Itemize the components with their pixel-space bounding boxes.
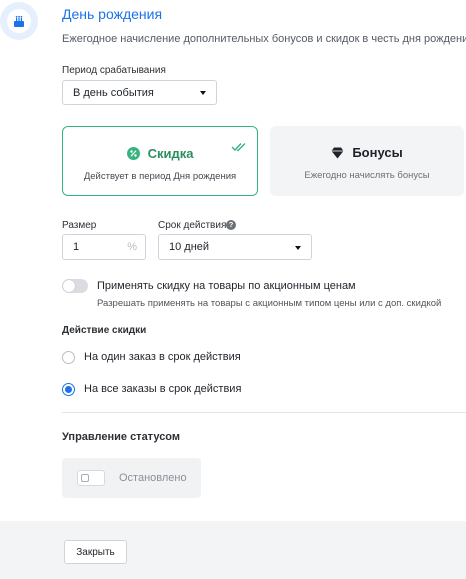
- bonus-option-card[interactable]: Бонусы Ежегодно начислять бонусы: [270, 126, 464, 196]
- birthday-cake-icon: [12, 14, 26, 28]
- radio-all-orders-label[interactable]: На все заказы в срок действия: [84, 383, 241, 395]
- page-title: День рождения: [62, 6, 163, 22]
- diamond-icon: [331, 147, 344, 159]
- promo-prices-description: Разрешать применять на товары с акционны…: [97, 298, 442, 309]
- radio-single-order[interactable]: [62, 351, 75, 364]
- discount-option-card[interactable]: Скидка Действует в период Дня рождения: [62, 126, 258, 196]
- promo-prices-label: Применять скидку на товары по акционным …: [97, 280, 356, 292]
- footer: Закрыть: [0, 521, 466, 579]
- size-unit: %: [127, 241, 137, 253]
- size-label: Размер: [62, 220, 97, 231]
- divider: [62, 412, 466, 413]
- size-input[interactable]: 1 %: [62, 234, 146, 260]
- header-icon-badge: [0, 2, 38, 40]
- trigger-period-select[interactable]: В день события: [62, 80, 217, 105]
- validity-select[interactable]: 10 дней: [158, 234, 312, 260]
- size-value: 1: [73, 241, 80, 253]
- page-subtitle: Ежегодное начисление дополнительных бону…: [62, 33, 466, 45]
- status-label: Остановлено: [119, 472, 187, 484]
- bonus-option-title: Бонусы: [352, 145, 403, 160]
- status-heading: Управление статусом: [62, 431, 181, 443]
- discount-action-label: Действие скидки: [62, 325, 147, 336]
- trigger-period-label: Период срабатывания: [62, 65, 166, 76]
- help-icon[interactable]: ?: [226, 220, 236, 230]
- trigger-period-value: В день события: [73, 86, 154, 99]
- status-toggle[interactable]: [77, 470, 105, 486]
- validity-value: 10 дней: [169, 241, 210, 253]
- percent-icon: [126, 147, 140, 160]
- status-control[interactable]: Остановлено: [62, 458, 201, 498]
- promo-prices-toggle[interactable]: [62, 279, 88, 293]
- radio-all-orders[interactable]: [62, 383, 75, 396]
- validity-label: Срок действия: [158, 220, 227, 231]
- chevron-down-icon: [295, 246, 301, 250]
- close-button[interactable]: Закрыть: [64, 540, 127, 564]
- discount-option-title: Скидка: [147, 146, 194, 161]
- bonus-option-description: Ежегодно начислять бонусы: [304, 170, 430, 181]
- birthday-settings-panel: День рождения Ежегодное начисление допол…: [0, 0, 466, 579]
- chevron-down-icon: [200, 91, 206, 95]
- discount-option-description: Действует в период Дня рождения: [83, 171, 237, 182]
- radio-single-order-label[interactable]: На один заказ в срок действия: [84, 351, 241, 363]
